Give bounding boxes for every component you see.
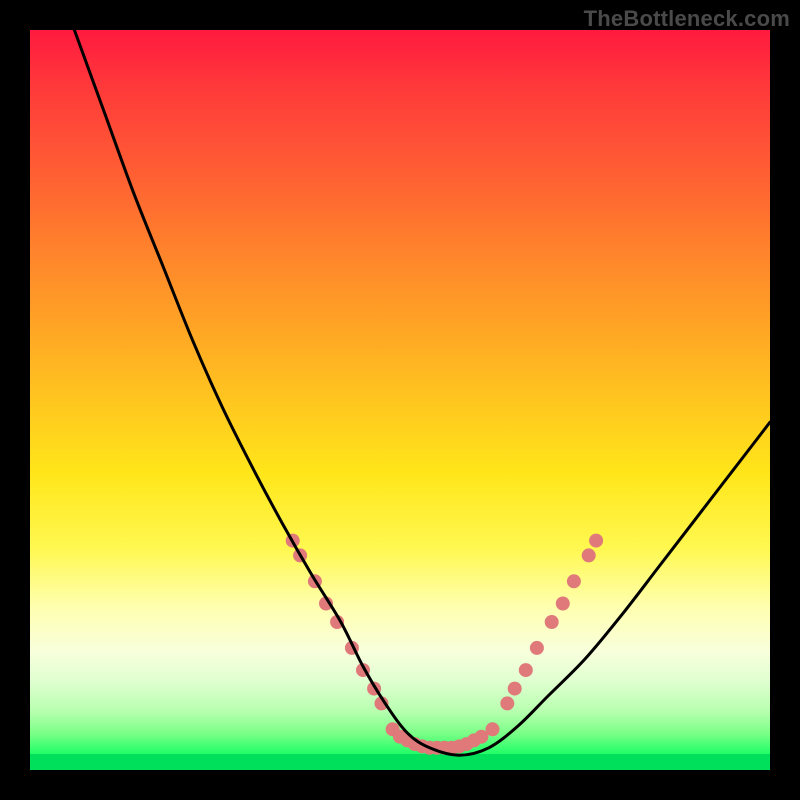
data-point-marker — [567, 574, 581, 588]
data-point-marker — [530, 641, 544, 655]
chart-frame: TheBottleneck.com — [0, 0, 800, 800]
bottleneck-curve — [74, 30, 770, 755]
data-point-marker — [508, 682, 522, 696]
data-point-marker — [582, 548, 596, 562]
data-point-marker — [589, 534, 603, 548]
data-point-marker — [500, 696, 514, 710]
plot-area — [30, 30, 770, 770]
data-point-markers — [286, 534, 603, 755]
watermark-text: TheBottleneck.com — [584, 6, 790, 32]
data-point-marker — [556, 597, 570, 611]
data-point-marker — [545, 615, 559, 629]
chart-overlay — [30, 30, 770, 770]
data-point-marker — [519, 663, 533, 677]
data-point-marker — [486, 722, 500, 736]
